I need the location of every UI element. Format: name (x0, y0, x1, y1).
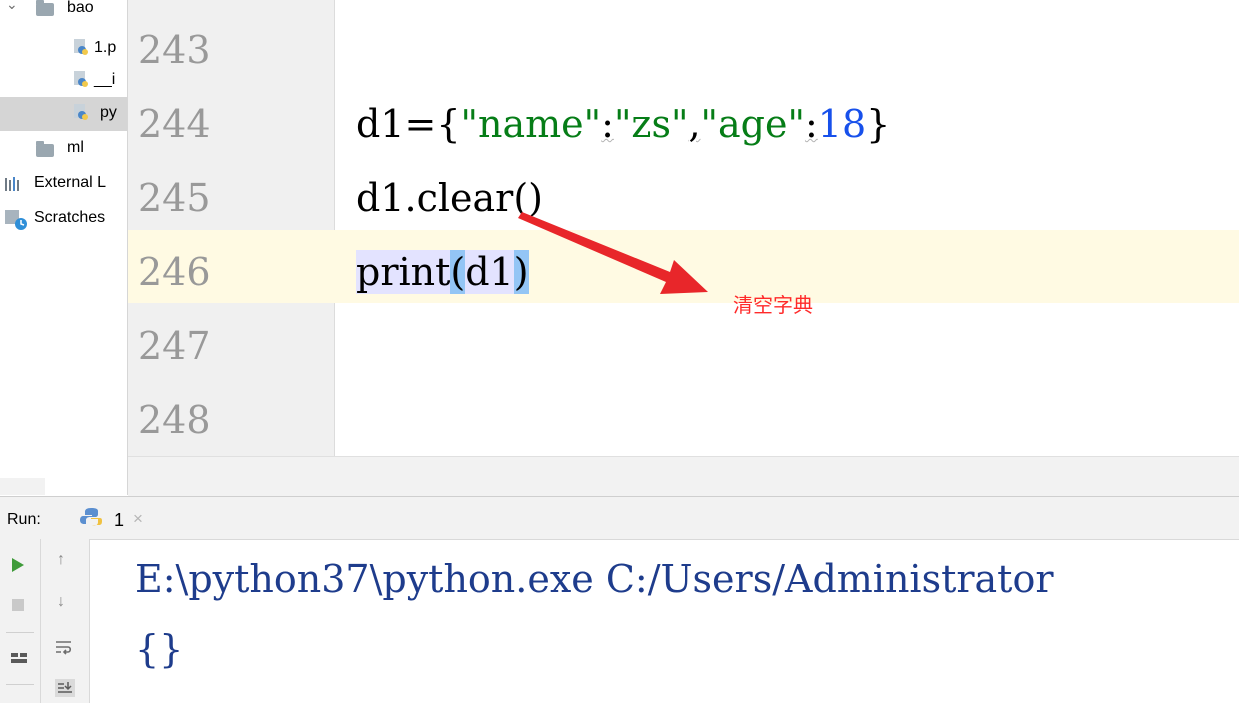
line-number: 245 (138, 176, 211, 220)
run-icon[interactable] (11, 557, 25, 573)
libraries-icon (5, 177, 19, 191)
annotation-arrow-icon (518, 212, 708, 294)
toolbar-divider (6, 684, 34, 685)
tree-item-init[interactable]: __i (0, 64, 127, 98)
tree-item-scratches[interactable]: Scratches (0, 202, 127, 236)
python-file-icon (74, 71, 88, 87)
layout-icon[interactable] (10, 651, 28, 665)
tree-item-bao[interactable]: ⌄ bao (0, 0, 127, 26)
tree-item-ml[interactable]: ml (0, 132, 127, 166)
run-label: Run: (7, 511, 41, 528)
editor-bottom-strip (128, 456, 1239, 496)
line-number: 247 (138, 324, 211, 368)
folder-icon (36, 141, 54, 157)
chevron-down-icon[interactable]: ⌄ (6, 0, 18, 13)
console-output-line: {} (135, 627, 184, 671)
tree-item-py-selected[interactable]: py (0, 97, 127, 131)
bracket-match-open: ( (450, 250, 466, 294)
arrow-down-icon[interactable]: ↓ (57, 593, 65, 611)
toolbar-divider (6, 632, 34, 633)
project-tree: ⌄ bao 1.p __i py ml External L Scratches (0, 0, 128, 495)
run-toolbar-left (0, 539, 41, 703)
python-file-icon (74, 39, 88, 55)
code-line-244[interactable]: d1={"name":"zs","age":18} (356, 102, 890, 146)
scroll-to-end-icon[interactable] (55, 679, 75, 697)
close-icon[interactable]: × (133, 509, 143, 529)
run-panel-header: Run: 1 × (0, 496, 1239, 540)
run-toolbar-right: ↑ ↓ (41, 539, 90, 703)
tree-item-external-libraries[interactable]: External L (0, 167, 127, 201)
tree-scrollbar-area (0, 478, 45, 495)
run-tab[interactable]: 1 × (68, 497, 168, 539)
python-file-icon (74, 104, 88, 120)
usage-highlight: print (356, 250, 451, 294)
annotation-text: 清空字典 (733, 295, 813, 317)
line-number: 246 (138, 250, 211, 294)
run-tab-label: 1 (114, 510, 125, 530)
line-number: 248 (138, 398, 211, 442)
stop-icon[interactable] (12, 599, 24, 611)
arrow-up-icon[interactable]: ↑ (57, 551, 65, 569)
line-number: 244 (138, 102, 211, 146)
folder-icon (36, 0, 54, 16)
console-output-line: E:\python37\python.exe C:/Users/Administ… (135, 557, 1054, 601)
line-number: 243 (138, 28, 211, 72)
tree-item-file-1[interactable]: 1.p (0, 32, 127, 66)
code-editor[interactable] (335, 0, 1239, 456)
scratches-icon (5, 210, 27, 230)
soft-wrap-icon[interactable] (55, 639, 73, 655)
python-icon (80, 508, 102, 526)
